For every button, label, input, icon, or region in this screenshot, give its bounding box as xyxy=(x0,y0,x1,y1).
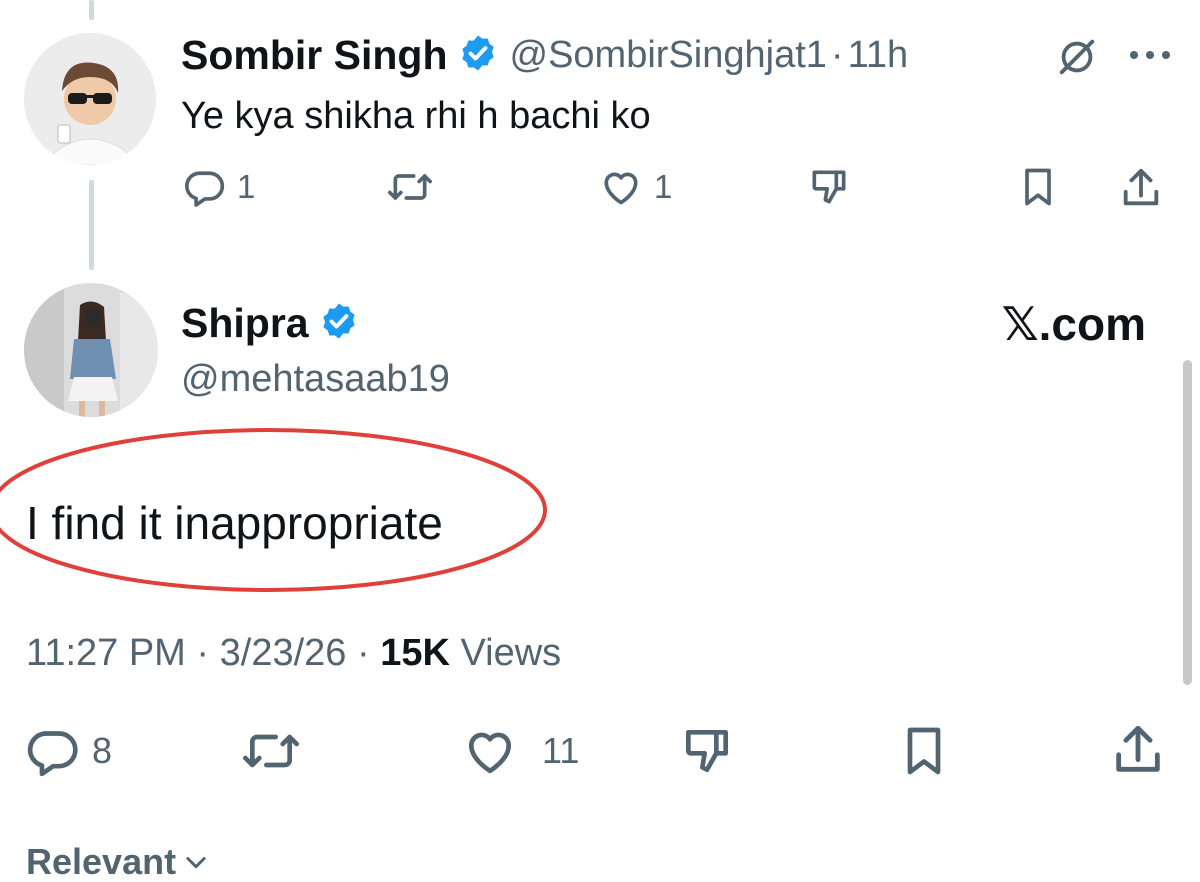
reply-display-name[interactable]: Sombir Singh xyxy=(181,34,448,76)
main-header: Shipra xyxy=(181,300,359,346)
verified-badge-icon xyxy=(319,301,359,346)
main-action-bookmark[interactable] xyxy=(895,723,953,779)
verified-badge-icon xyxy=(458,33,498,78)
reply-separator: · xyxy=(830,33,844,76)
repost-icon xyxy=(388,174,432,200)
main-action-repost[interactable] xyxy=(240,723,302,779)
reply-like-count: 1 xyxy=(654,168,673,205)
views-label: Views xyxy=(460,632,562,674)
scrollbar[interactable] xyxy=(1183,360,1192,685)
views-count[interactable]: 15K xyxy=(380,632,450,674)
reply-icon xyxy=(27,731,78,777)
like-icon xyxy=(604,172,638,205)
share-icon xyxy=(1116,725,1160,772)
reply-action-reply[interactable]: 1 xyxy=(181,165,255,209)
tweet-date[interactable]: 3/23/26 xyxy=(220,632,347,674)
main-display-name[interactable]: Shipra xyxy=(181,302,309,344)
thread-line-top xyxy=(89,0,94,20)
reply-text: Ye kya shikha rhi h bachi ko xyxy=(181,95,651,137)
meta-separator: · xyxy=(356,632,370,674)
main-action-reply[interactable]: 8 xyxy=(22,723,112,779)
grok-icon[interactable] xyxy=(1054,34,1100,85)
main-action-dislike[interactable] xyxy=(678,723,736,779)
main-like-count: 11 xyxy=(542,730,580,771)
main-action-share[interactable] xyxy=(1108,721,1168,779)
reply-action-dislike[interactable] xyxy=(806,165,852,209)
dislike-icon xyxy=(686,730,728,772)
meta-separator: · xyxy=(196,632,210,674)
repost-icon xyxy=(242,734,299,768)
avatar-shipra[interactable] xyxy=(24,283,158,417)
reply-time[interactable]: 11h xyxy=(848,34,909,77)
bookmark-icon xyxy=(1025,168,1051,206)
avatar-sombir[interactable] xyxy=(24,33,156,165)
reply-action-bookmark[interactable] xyxy=(1016,165,1060,209)
chevron-down-icon xyxy=(186,857,206,869)
main-tweet-text: I find it inappropriate xyxy=(26,497,443,549)
reply-header: Sombir Singh @SombirSinghjat1 · 11h xyxy=(181,33,908,77)
reply-action-like[interactable]: 1 xyxy=(598,165,672,209)
reply-icon xyxy=(185,171,225,207)
share-icon xyxy=(1123,168,1159,206)
watermark-x-com: 𝕏.com xyxy=(1001,298,1146,350)
sort-relevant-button[interactable]: Relevant xyxy=(26,842,210,882)
dislike-icon xyxy=(812,170,846,204)
reply-action-repost[interactable] xyxy=(385,165,435,209)
bookmark-icon xyxy=(907,727,941,775)
sort-label: Relevant xyxy=(26,841,177,882)
main-reply-count: 8 xyxy=(92,730,113,771)
reply-reply-count: 1 xyxy=(237,168,256,205)
reply-handle[interactable]: @SombirSinghjat1 xyxy=(510,34,827,77)
main-action-like[interactable]: 11 xyxy=(460,723,579,779)
more-icon[interactable] xyxy=(1128,48,1172,66)
like-icon xyxy=(469,732,511,774)
tweet-meta: 11:27 PM · 3/23/26 · 15K Views xyxy=(26,630,561,676)
main-handle[interactable]: @mehtasaab19 xyxy=(181,356,450,402)
reply-action-share[interactable] xyxy=(1118,165,1164,211)
tweet-time[interactable]: 11:27 PM xyxy=(26,632,186,674)
thread-line-mid xyxy=(89,180,94,270)
